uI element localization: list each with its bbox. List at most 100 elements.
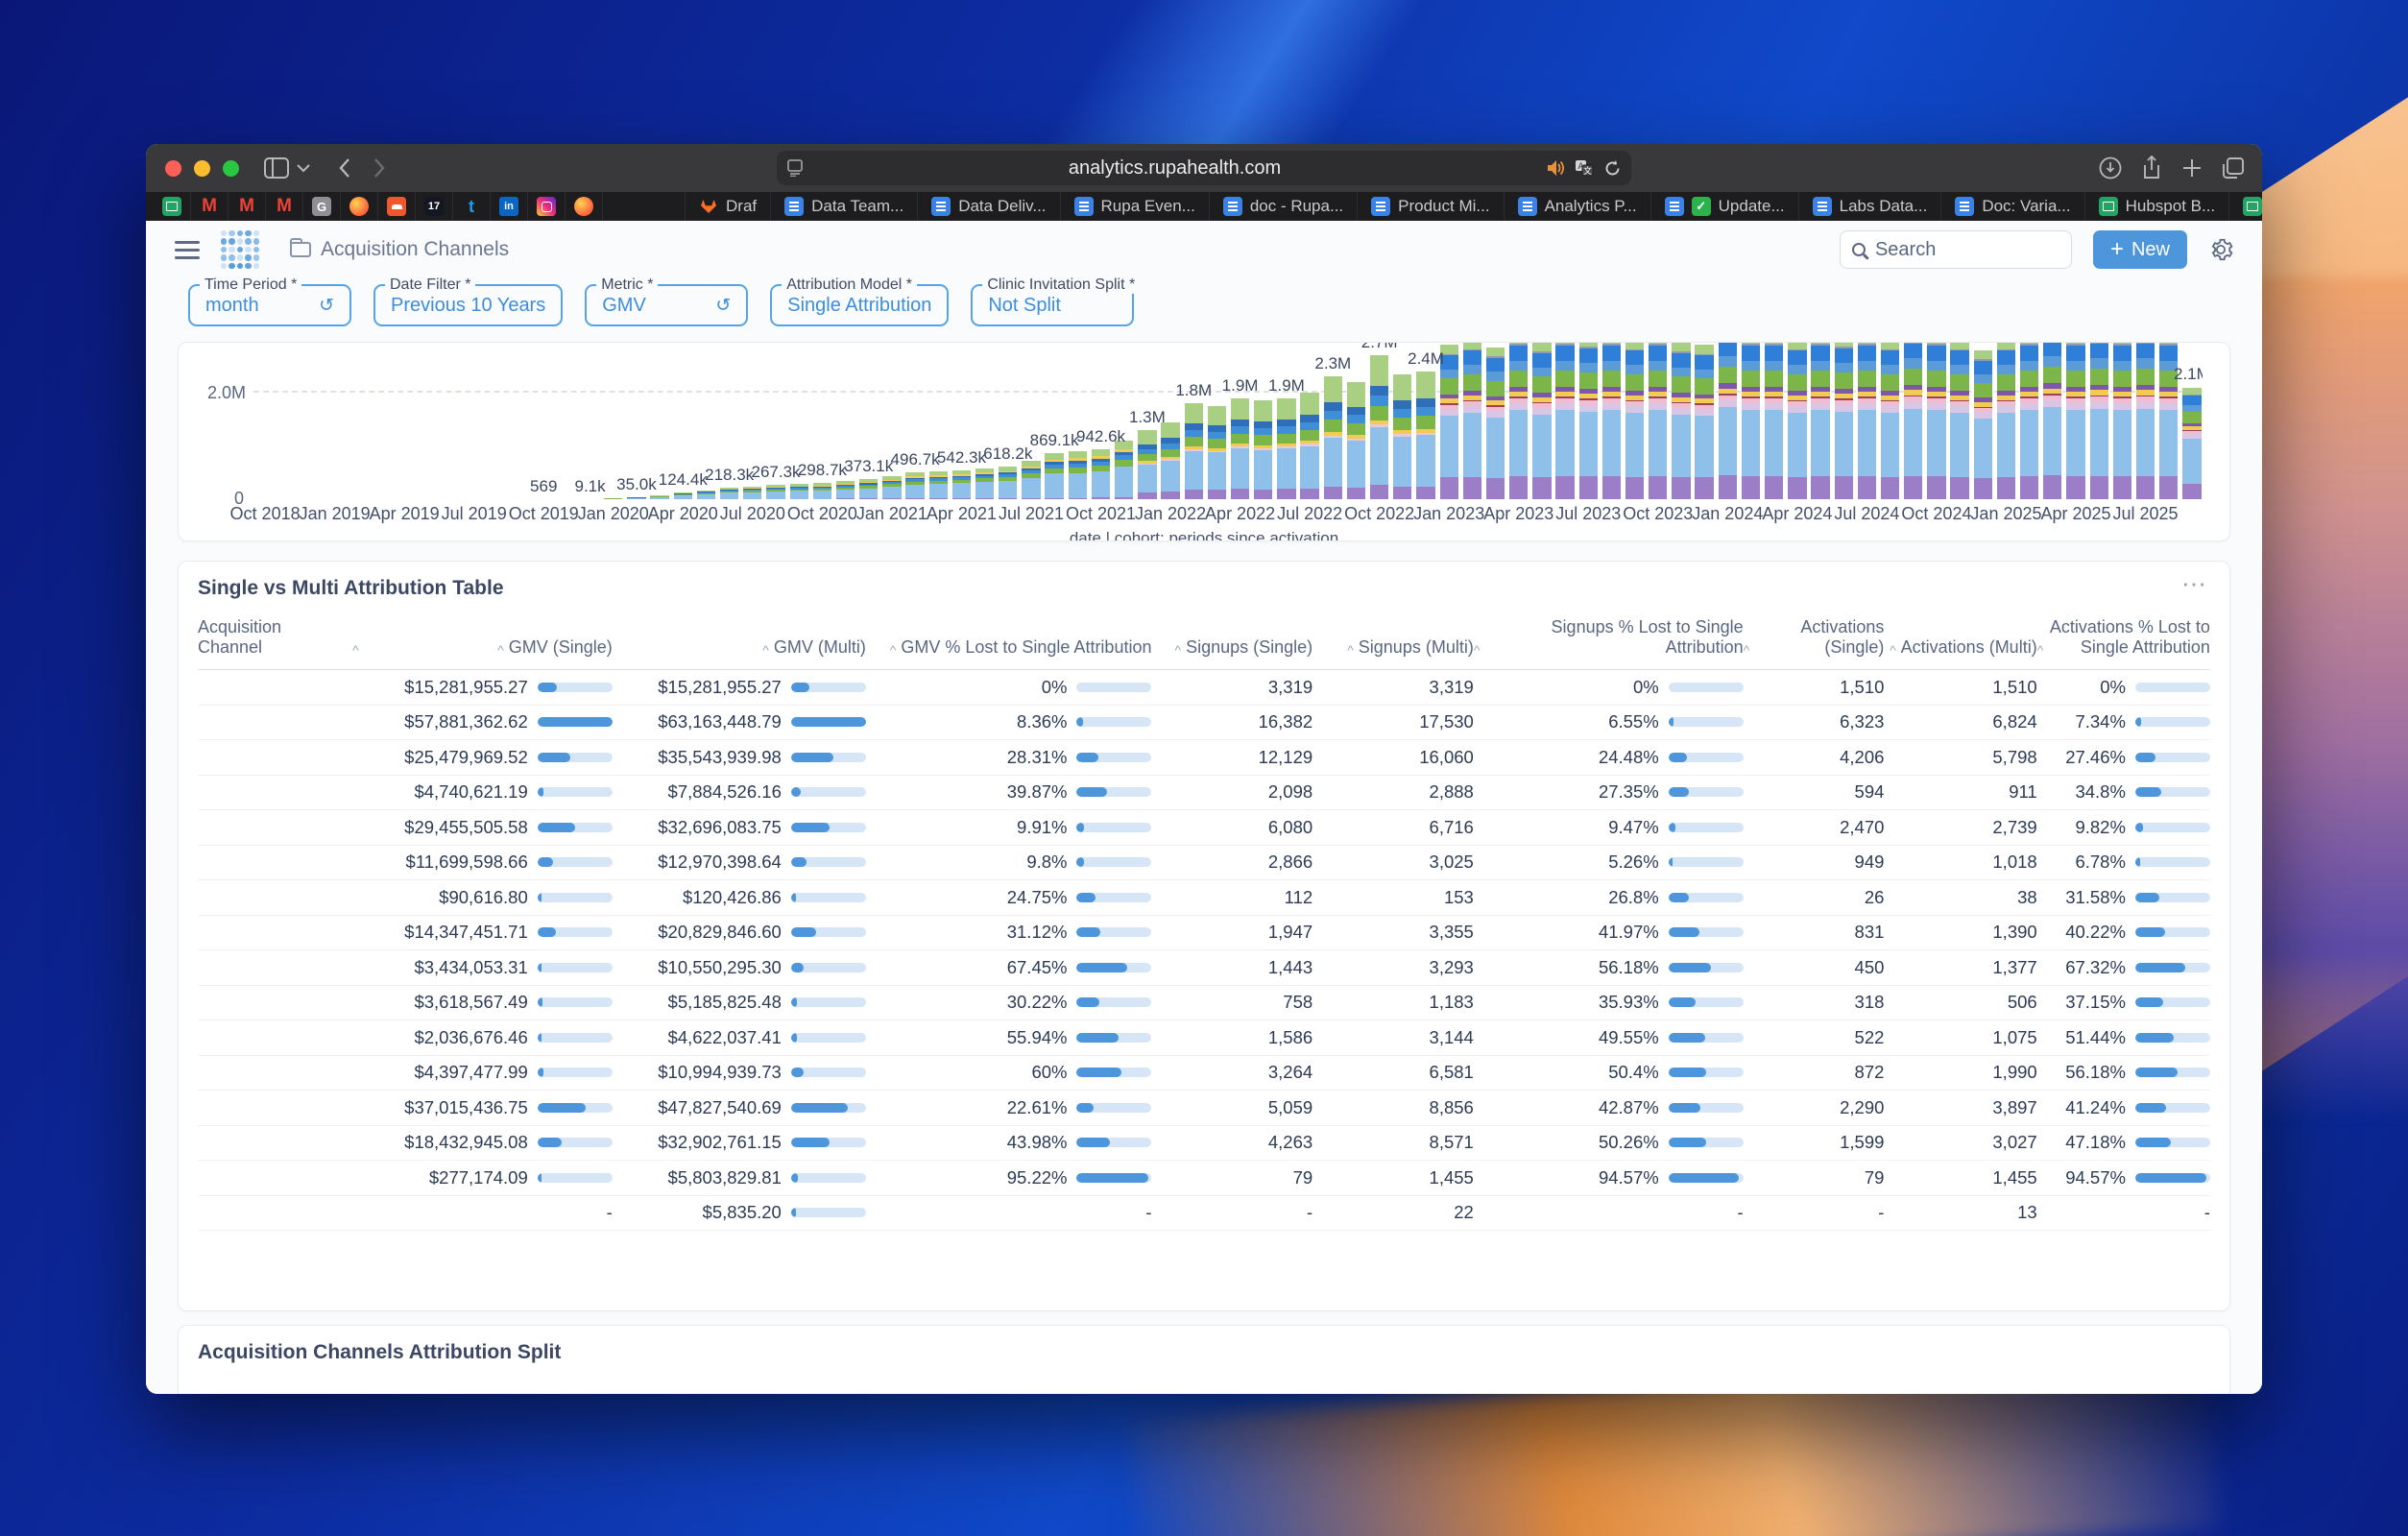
bookmark-item[interactable]: Data Team... (771, 192, 918, 221)
stacked-bar[interactable] (1555, 343, 1574, 499)
table-row[interactable]: $4,397,477.99$10,994,939.7360%3,2646,581… (198, 1056, 2210, 1092)
breadcrumb[interactable]: Acquisition Channels (290, 238, 509, 261)
bookmark-item[interactable]: M (191, 192, 229, 221)
stacked-bar[interactable] (1742, 343, 1760, 499)
stacked-bar[interactable] (1765, 343, 1783, 499)
stacked-bar[interactable] (1625, 343, 1644, 499)
history-icon[interactable]: ↺ (319, 295, 334, 317)
bookmark-item[interactable] (154, 192, 191, 221)
bookmark-item[interactable]: Draf (686, 192, 771, 221)
stacked-bar[interactable] (790, 484, 808, 499)
app-logo[interactable] (221, 230, 259, 269)
page-settings-icon[interactable] (786, 159, 804, 177)
table-row[interactable]: $15,281,955.27$15,281,955.270%3,3193,319… (198, 670, 2210, 706)
address-bar[interactable]: analytics.rupahealth.com A文 (777, 151, 1631, 185)
filter-time-period-[interactable]: Time Period *month↺ (188, 284, 351, 326)
stacked-bar[interactable] (952, 470, 971, 499)
stacked-bar[interactable] (1532, 343, 1551, 499)
sort-caret-icon[interactable]: ^ (1175, 642, 1182, 658)
stacked-bar[interactable] (1881, 343, 1899, 499)
sort-caret-icon[interactable]: ^ (1347, 642, 1354, 658)
stacked-bar[interactable] (999, 467, 1017, 499)
stacked-bar[interactable] (1811, 343, 1829, 499)
stacked-bar[interactable] (604, 498, 622, 499)
stacked-bar[interactable] (1649, 343, 1667, 499)
stacked-bar[interactable] (1277, 398, 1295, 499)
new-tab-icon[interactable] (2181, 157, 2203, 179)
bookmark-item[interactable]: M (229, 192, 266, 221)
table-row[interactable]: $14,347,451.71$20,829,846.6031.12%1,9473… (198, 916, 2210, 951)
stacked-bar[interactable] (743, 487, 761, 499)
bookmark-item[interactable]: t (453, 192, 491, 221)
table-row[interactable]: $11,699,598.66$12,970,398.649.8%2,8663,0… (198, 846, 2210, 881)
stacked-bar[interactable] (1069, 451, 1087, 499)
stacked-bar[interactable] (2182, 387, 2201, 499)
reload-icon[interactable] (1603, 159, 1622, 178)
column-header-signups-lost-to-single-attribution[interactable]: ^Signups % Lost to Single Attribution (1474, 617, 1744, 658)
bookmark-item[interactable]: doc - Rupa... (1210, 192, 1358, 221)
stacked-bar[interactable] (697, 491, 715, 499)
stacked-bar[interactable] (1858, 343, 1876, 499)
stacked-bar[interactable] (1045, 453, 1063, 499)
stacked-bar[interactable] (1416, 372, 1434, 499)
stacked-bar[interactable] (836, 481, 855, 499)
bookmark-item[interactable]: 17 (416, 192, 453, 221)
table-row[interactable]: $3,434,053.31$10,550,295.3067.45%1,4433,… (198, 950, 2210, 986)
stacked-bar[interactable] (882, 476, 901, 499)
table-row[interactable]: $18,432,945.08$32,902,761.1543.98%4,2638… (198, 1126, 2210, 1162)
stacked-bar[interactable] (1115, 441, 1133, 499)
stacked-bar[interactable] (1904, 343, 1922, 499)
table-row[interactable]: $29,455,505.58$32,696,083.759.91%6,0806,… (198, 810, 2210, 846)
bookmark-item[interactable]: Hubspot B... (2085, 192, 2230, 221)
stacked-bar[interactable] (1300, 393, 1318, 499)
stacked-bar[interactable] (1579, 343, 1598, 499)
url-text[interactable]: analytics.rupahealth.com (804, 157, 1546, 180)
bookmark-item[interactable]: in (491, 192, 528, 221)
table-row[interactable]: $25,479,969.52$35,543,939.9828.31%12,129… (198, 740, 2210, 776)
sort-caret-icon[interactable]: ^ (1744, 642, 1750, 658)
stacked-bar[interactable] (1022, 461, 1040, 499)
table-row[interactable]: $2,036,676.46$4,622,037.4155.94%1,5863,1… (198, 1020, 2210, 1056)
stacked-bar[interactable] (1347, 382, 1365, 499)
column-header-signups-multi-[interactable]: ^Signups (Multi) (1312, 617, 1474, 658)
table-row[interactable]: $90,616.80$120,426.8624.75%11215326.8%26… (198, 880, 2210, 916)
search-input[interactable]: Search (1840, 230, 2072, 269)
stacked-bar[interactable] (1138, 430, 1156, 499)
bookmark-item[interactable]: Doc: Varia... (1941, 192, 2084, 221)
stacked-bar[interactable] (1950, 343, 1968, 499)
bookmark-item[interactable]: Mapping -... (2229, 192, 2262, 221)
share-icon[interactable] (2141, 156, 2162, 180)
sort-caret-icon[interactable]: ^ (890, 642, 897, 658)
stacked-bar[interactable] (2043, 343, 2061, 499)
sort-caret-icon[interactable]: ^ (497, 642, 504, 658)
bookmark-item[interactable] (341, 192, 378, 221)
stacked-bar[interactable] (1208, 406, 1226, 499)
bookmark-item[interactable]: ✓Update... (1651, 192, 1799, 221)
stacked-bar[interactable] (650, 495, 668, 499)
stacked-bar[interactable] (1463, 343, 1481, 499)
stacked-bar[interactable] (1719, 343, 1737, 499)
stacked-bar[interactable] (1927, 343, 1945, 499)
column-header-activations-single-[interactable]: ^Activations (Single) (1744, 617, 1885, 658)
back-button[interactable] (339, 158, 350, 178)
table-row[interactable]: $4,740,621.19$7,884,526.1639.87%2,0982,8… (198, 776, 2210, 811)
stacked-bar[interactable] (2113, 343, 2131, 499)
stacked-bar[interactable] (2136, 343, 2155, 499)
stacked-bar[interactable] (859, 479, 878, 499)
tab-overview-icon[interactable] (2222, 156, 2245, 180)
bookmark-item[interactable] (378, 192, 416, 221)
table-row[interactable]: $277,174.09$5,803,829.8195.22%791,45594.… (198, 1161, 2210, 1196)
column-header-gmv-lost-to-single-attribution[interactable]: ^GMV % Lost to Single Attribution (866, 617, 1152, 658)
sort-caret-icon[interactable]: ^ (1890, 642, 1896, 658)
forward-button[interactable] (373, 158, 385, 178)
zoom-window-button[interactable] (223, 160, 239, 177)
stacked-bar[interactable] (1324, 376, 1342, 499)
sort-caret-icon[interactable]: ^ (762, 642, 769, 658)
stacked-bar[interactable] (1788, 343, 1806, 499)
stacked-bar[interactable] (1254, 400, 1272, 499)
bookmark-item[interactable] (566, 192, 603, 221)
column-header-gmv-multi-[interactable]: ^GMV (Multi) (613, 617, 866, 658)
sort-caret-icon[interactable]: ^ (1474, 642, 1481, 658)
stacked-bar[interactable] (1161, 422, 1179, 499)
stacked-bar[interactable] (1393, 374, 1411, 499)
